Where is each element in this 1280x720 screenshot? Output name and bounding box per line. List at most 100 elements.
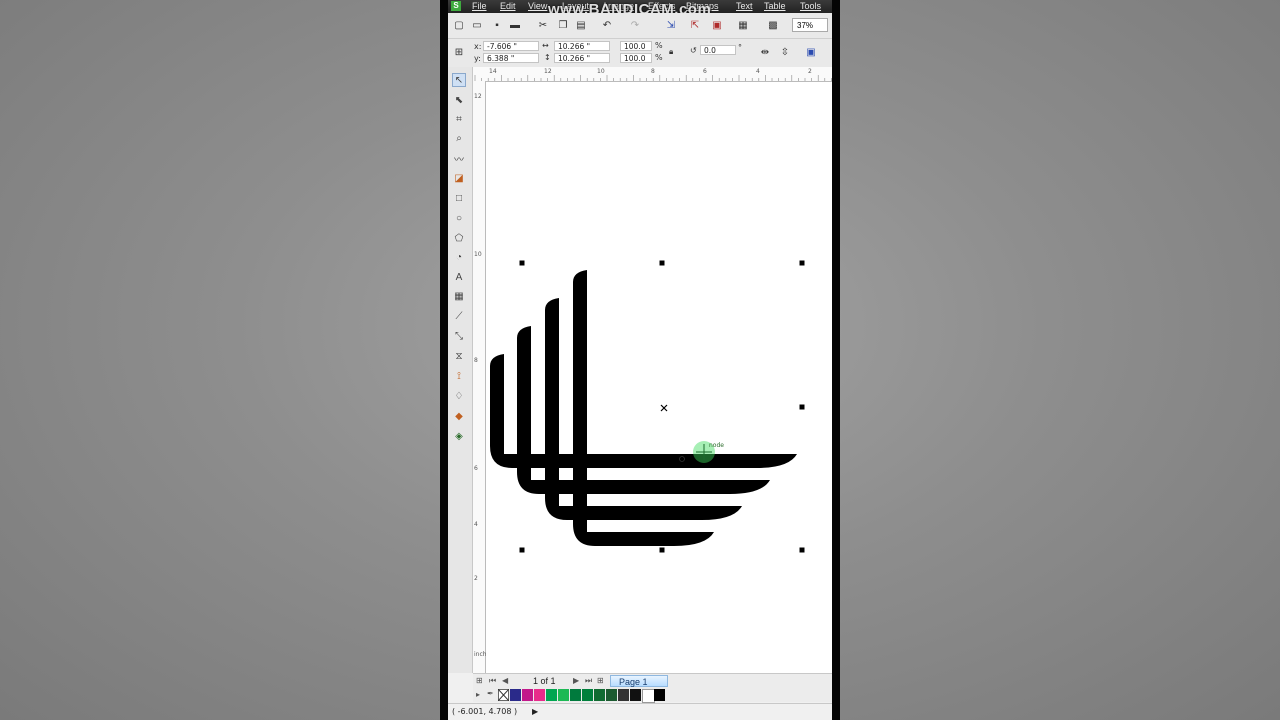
text-tool-icon[interactable]: A [452,270,466,284]
palette-scroll-icon[interactable]: ▸ [476,690,480,699]
publish-pdf-icon[interactable]: ▣ [710,18,724,32]
cut-icon[interactable]: ✂ [536,18,550,32]
color-swatch[interactable] [618,689,629,701]
page-add-icon[interactable]: ⊞ [476,676,483,685]
color-swatch[interactable] [630,689,641,701]
mirror-horizontal-icon[interactable]: ⇹ [758,45,772,59]
page-origin-icon[interactable]: ⊞ [452,45,466,59]
rotation-center-icon[interactable] [660,404,668,412]
color-swatch[interactable] [546,689,557,701]
eyedropper-icon[interactable]: ⟟ [452,369,466,383]
menu-tools[interactable]: Tools [800,1,821,11]
width-field[interactable]: 10.266 " [554,41,610,51]
color-swatch[interactable] [570,689,581,701]
rotation-field[interactable]: 0.0 [700,45,736,55]
color-swatch[interactable] [606,689,617,701]
x-position-field[interactable]: -7.606 " [483,41,539,51]
blend-tool-icon[interactable]: ⧖ [452,349,466,363]
menu-table[interactable]: Table [764,1,786,11]
arrange-icon[interactable]: ▣ [804,45,818,59]
menu-file[interactable]: File [472,1,487,11]
export-icon[interactable]: ⇱ [688,18,702,32]
selection-handle[interactable] [519,547,525,553]
selection-handle[interactable] [799,260,805,266]
menu-edit[interactable]: Edit [500,1,516,11]
outline-tool-icon[interactable]: ♢ [452,389,466,403]
eyedropper-palette-icon[interactable]: ✒ [487,689,494,698]
height-field[interactable]: 10.266 " [554,53,610,63]
basic-shapes-icon[interactable]: ◔ [452,250,466,264]
zoom-tool-icon[interactable]: ⌕ [452,131,466,145]
color-swatch[interactable] [594,689,605,701]
copy-icon[interactable]: ❐ [556,18,570,32]
add-page-after-icon[interactable]: ⊞ [597,676,604,685]
menu-text[interactable]: Text [736,1,753,11]
scale-width-field[interactable]: 100.0 [620,41,652,51]
new-icon[interactable]: ▢ [452,18,466,32]
menu-view[interactable]: View [528,1,547,11]
rectangle-tool-icon[interactable]: □ [452,191,466,205]
lock-ratio-icon[interactable]: 🔒︎ [669,47,673,57]
x-label: x: [474,42,482,51]
page-count: 1 of 1 [533,676,556,686]
paste-icon[interactable]: ▤ [574,18,588,32]
color-swatch[interactable] [558,689,569,701]
selection-handle[interactable] [519,260,525,266]
color-swatch[interactable] [522,689,533,701]
ellipse-tool-icon[interactable]: ○ [452,211,466,225]
mirror-vertical-icon[interactable]: ⇳ [778,45,792,59]
redo-icon[interactable]: ↷ [628,18,642,32]
vertical-ruler[interactable]: 12 10 8 6 4 2 inches [473,81,493,673]
zoom-level-select[interactable]: 37% [792,18,828,32]
selection-handle[interactable] [519,404,525,410]
shape-tool-icon[interactable]: ⬉ [452,93,466,107]
cursor-coordinates: ( -6.001, 4.708 ) [452,707,518,716]
smart-fill-icon[interactable]: ◪ [452,171,466,185]
y-label: y: [474,54,481,63]
tab-page-1[interactable]: Page 1 [610,675,668,687]
status-arrow-icon[interactable]: ▶ [532,707,538,716]
rotation-icon: ↺ [690,46,697,55]
prev-page-icon[interactable]: ◀ [502,676,508,685]
logo-stroke[interactable] [490,354,797,468]
logo-shape[interactable] [490,270,797,546]
application-launcher-icon[interactable]: ▦ [736,18,750,32]
first-page-icon[interactable]: ⏮ [489,676,496,686]
undo-icon[interactable]: ↶ [600,18,614,32]
table-tool-icon[interactable]: ▦ [452,289,466,303]
y-position-field[interactable]: 6.388 " [483,53,539,63]
freehand-tool-icon[interactable]: 〰 [452,151,466,166]
ruler-ticks [474,75,832,81]
ruler-tick-label: 12 [474,93,482,100]
logo-stroke[interactable] [573,270,714,546]
crop-tool-icon[interactable]: ⌗ [452,112,466,126]
welcome-screen-icon[interactable]: ▩ [766,18,780,32]
selection-handle[interactable] [799,404,805,410]
parallel-dimension-icon[interactable]: ⟋ [452,309,466,323]
selection-handle[interactable] [659,260,665,266]
ruler-tick-label: 6 [474,465,478,472]
save-icon[interactable]: ▪ [490,18,504,32]
drawing-canvas[interactable]: node [486,82,832,673]
no-color-swatch[interactable] [498,689,509,701]
open-icon[interactable]: ▭ [470,18,484,32]
pick-tool-icon[interactable]: ↖ [452,73,466,87]
color-swatch[interactable] [510,689,521,701]
interactive-fill-icon[interactable]: ◈ [452,429,466,443]
color-swatch[interactable] [582,689,593,701]
selection-handle[interactable] [659,547,665,553]
horizontal-ruler[interactable]: 14 12 10 8 6 4 2 [473,67,832,82]
polygon-tool-icon[interactable]: ⬠ [452,231,466,245]
color-swatch[interactable] [534,689,545,701]
color-swatch[interactable] [654,689,665,701]
connector-tool-icon[interactable]: ⤡ [452,329,466,343]
last-page-icon[interactable]: ⏭ [585,676,592,686]
print-icon[interactable]: ▬ [508,18,522,32]
import-icon[interactable]: ⇲ [664,18,678,32]
fill-tool-icon[interactable]: ◆ [452,409,466,423]
page-navigator: ⊞ ⏮ ◀ 1 of 1 ▶ ⏭ ⊞ Page 1 [473,673,832,688]
scale-height-field[interactable]: 100.0 [620,53,652,63]
next-page-icon[interactable]: ▶ [573,676,579,685]
selection-handle[interactable] [799,547,805,553]
height-icon: ↕ [544,53,551,62]
